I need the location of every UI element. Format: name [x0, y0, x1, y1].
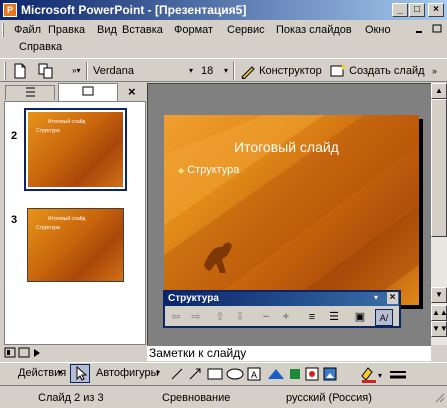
toolbar-grip-icon	[4, 62, 7, 80]
outline-tab-icon	[26, 87, 35, 97]
new-slide-icon	[330, 64, 346, 77]
new-slide-button[interactable]: Создать слайд	[330, 62, 425, 80]
close-pane-icon[interactable]: ×	[128, 84, 136, 99]
select-objects-icon[interactable]	[70, 364, 90, 383]
maximize-button[interactable]: □	[409, 3, 425, 17]
new-document-icon[interactable]	[12, 62, 28, 80]
previous-slide-icon[interactable]: ▲▲	[431, 305, 447, 321]
slide-thumbnail-image: Итоговый слайд Структура	[28, 112, 123, 187]
current-slide[interactable]: Итоговый слайд ◆ Структура	[164, 115, 419, 305]
autoshapes-menu[interactable]: Автофигуры	[96, 364, 159, 382]
font-size-arrow-icon[interactable]: ▾	[224, 62, 228, 80]
menu-tools[interactable]: Сервис	[223, 22, 269, 39]
scroll-down-icon[interactable]: ▼	[431, 287, 447, 303]
designer-label: Конструктор	[259, 65, 322, 77]
close-button[interactable]: ×	[428, 3, 444, 17]
move-down-icon[interactable]: ⇩	[231, 309, 249, 326]
menu-insert[interactable]: Вставка	[118, 22, 167, 39]
next-slide-icon[interactable]: ▼▼	[431, 321, 447, 337]
toolbar-separator	[233, 62, 235, 80]
copy-icon[interactable]	[38, 62, 54, 80]
slide-thumbnails: 2 Итоговый слайд Структура 3 Итоговый сл…	[4, 101, 146, 345]
language-indicator: русский (Россия)	[286, 392, 372, 404]
rectangle-icon	[207, 368, 223, 380]
font-size-dropdown[interactable]: 18	[201, 62, 213, 80]
slide-number: 2	[11, 130, 18, 142]
font-name-dropdown[interactable]: Verdana	[93, 62, 191, 80]
show-formatting-icon[interactable]: A/	[375, 309, 393, 326]
tab-outline[interactable]	[5, 85, 55, 100]
summary-slide-icon[interactable]: ▣	[351, 309, 369, 326]
svg-text:A: A	[251, 370, 257, 380]
formatting-toolbar: »▾ Verdana ▾ 18 ▾ Конструктор Создать сл…	[0, 58, 447, 82]
slide-thumbnail[interactable]: Итоговый слайд Структура	[27, 208, 124, 282]
thumb-bullet: Структура	[36, 225, 60, 231]
promote-icon[interactable]: ⇦	[167, 309, 185, 326]
thumb-bullet: Структура	[36, 128, 60, 134]
scroll-thumb[interactable]	[431, 99, 447, 237]
doc-window-controls[interactable]	[415, 24, 443, 37]
design-template-name: Сревнование	[162, 392, 231, 404]
bullet-icon: ◆	[178, 166, 185, 175]
menu-bar: Файл Правка Вид Вставка Формат Сервис По…	[0, 20, 447, 58]
expand-icon[interactable]: +	[277, 309, 295, 326]
collapse-all-icon[interactable]: ≡	[303, 309, 321, 326]
close-toolbar-icon[interactable]: ×	[387, 292, 398, 304]
thumb-title: Итоговый слайд	[48, 216, 86, 222]
collapse-icon[interactable]: −	[257, 309, 275, 326]
actions-arrow-icon[interactable]: ▾	[58, 364, 62, 382]
powerpoint-app-icon[interactable]: P	[3, 3, 17, 17]
expand-all-icon[interactable]: ☰	[325, 309, 343, 326]
resize-grip-icon[interactable]	[434, 392, 445, 406]
wordart-icon	[268, 369, 284, 379]
autoshapes-arrow-icon[interactable]: ▾	[156, 364, 160, 382]
title-bar: P Microsoft PowerPoint - [Презентация5] …	[0, 0, 447, 20]
status-bar: Слайд 2 из 3 Сревнование русский (Россия…	[0, 385, 447, 408]
designer-button[interactable]: Конструктор	[240, 62, 322, 80]
menu-window[interactable]: Окно	[361, 22, 395, 39]
outline-toolbar-title[interactable]: Структура	[165, 292, 399, 306]
slide-bullet-text: Структура	[187, 164, 240, 176]
drawing-toolbar: Действия ▾ Автофигуры ▾ A ▾	[0, 362, 447, 384]
diagram-icon	[290, 369, 300, 379]
slides-tab-icon	[82, 86, 94, 96]
menu-file[interactable]: Файл	[10, 22, 45, 39]
menu-view[interactable]: Вид	[93, 22, 121, 39]
slide-number: 3	[11, 214, 18, 226]
slideshow-view-icon	[34, 349, 40, 357]
toolbar-options-icon[interactable]: »▾	[72, 62, 80, 80]
scroll-up-icon[interactable]: ▲	[431, 83, 447, 99]
slide-title[interactable]: Итоговый слайд	[234, 139, 339, 155]
fill-color-icon	[361, 367, 373, 381]
oval-icon	[226, 368, 244, 380]
toolbar-options-icon[interactable]: ▾	[374, 293, 378, 302]
outline-toolbar[interactable]: Структура ▾ × ⇦ ⇨ ⇧ ⇩ − + ≡ ☰ ▣ A/	[163, 290, 401, 328]
menu-edit[interactable]: Правка	[44, 22, 89, 39]
menu-help[interactable]: Справка	[15, 39, 66, 56]
toolbar-separator	[86, 62, 88, 80]
toolbar-more-icon[interactable]: »	[432, 62, 437, 80]
demote-icon[interactable]: ⇨	[187, 309, 205, 326]
notes-pane[interactable]: Заметки к слайду	[147, 345, 431, 361]
slides-pane: × 2 Итоговый слайд Структура 3 Итоговый …	[0, 83, 146, 345]
font-name-arrow-icon[interactable]: ▾	[189, 62, 193, 80]
tab-slides[interactable]	[58, 83, 118, 101]
menu-slideshow[interactable]: Показ слайдов	[272, 22, 356, 39]
thumb-title: Итоговый слайд	[48, 119, 86, 125]
slide-thumbnail-selected[interactable]: Итоговый слайд Структура	[24, 108, 127, 191]
vertical-scrollbar[interactable]: ▲ ▼ ▲▲ ▼▼	[431, 83, 447, 345]
new-slide-label: Создать слайд	[349, 65, 425, 77]
line-icon	[171, 368, 183, 380]
slide-bullet-item[interactable]: ◆ Структура	[178, 164, 239, 176]
move-up-icon[interactable]: ⇧	[211, 309, 229, 326]
svg-text:▾: ▾	[378, 371, 382, 380]
menu-format[interactable]: Формат	[170, 22, 217, 39]
view-buttons	[4, 347, 48, 361]
slide-counter: Слайд 2 из 3	[38, 392, 104, 404]
designer-icon	[241, 66, 255, 80]
drawing-tools: A ▾	[168, 365, 446, 386]
sorter-view-icon	[18, 347, 30, 358]
minimize-button[interactable]: _	[392, 3, 408, 17]
window-title: Microsoft PowerPoint - [Презентация5]	[21, 3, 247, 17]
